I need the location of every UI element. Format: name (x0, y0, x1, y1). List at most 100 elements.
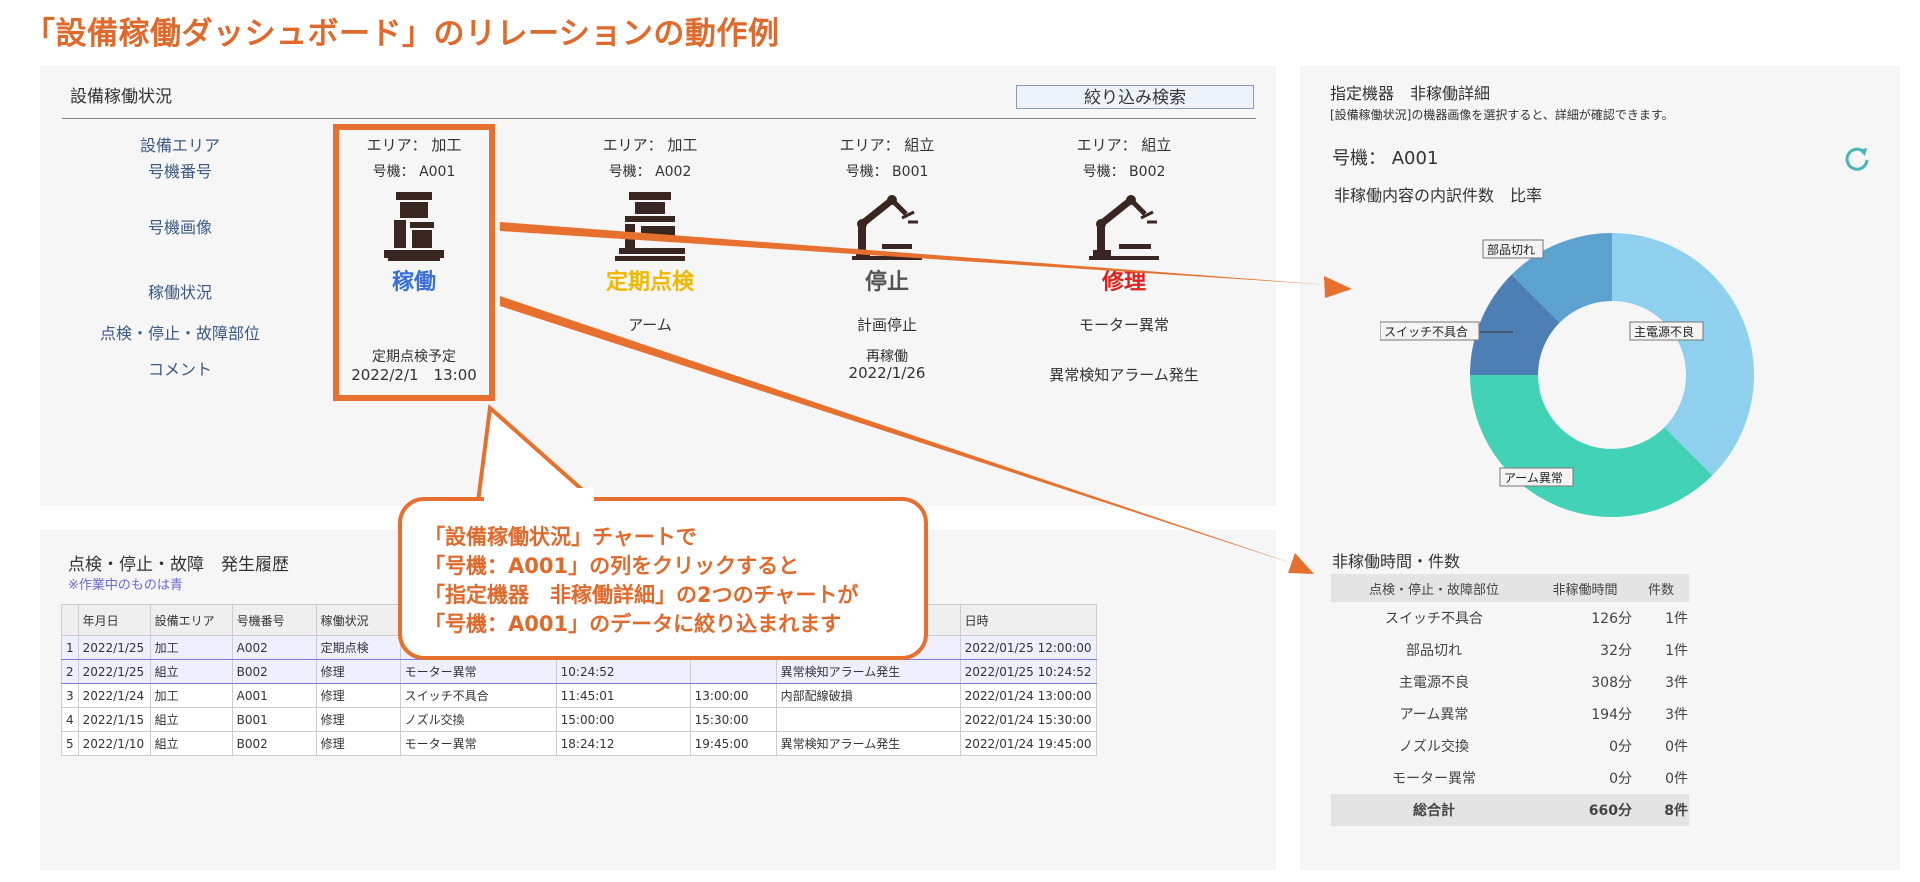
status-divider (62, 118, 1256, 119)
cell: 5 (61, 731, 79, 756)
cell: 加工 (149, 635, 233, 660)
cell (775, 707, 961, 732)
cell: 加工 (149, 683, 233, 708)
status-inspection: 定期点検 (605, 270, 694, 295)
cell: A001 (231, 683, 317, 708)
table-row: アーム異常 194分 3件 (1331, 698, 1689, 730)
cell: 32分 (1600, 643, 1632, 659)
cell: 異常検知アラーム発生 (775, 731, 961, 756)
history-col-date[interactable]: 年月日 (77, 604, 151, 636)
cell: A002 (231, 635, 317, 660)
table-row[interactable]: 4 2022/1/15 組立 B001 修理 ノズル交換 15:00:00 15:30:00 2… (61, 707, 1097, 732)
cell: 3件 (1665, 707, 1688, 723)
donut-slice-1[interactable] (1470, 375, 1713, 517)
table-row[interactable]: 3 2022/1/24 加工 A001 修理 スイッチ不具合 11:45:01 13:00:0… (61, 683, 1097, 708)
cell: 2022/1/25 (77, 635, 151, 660)
cell: 19:45:00 (689, 731, 777, 756)
cell: 内部配線破損 (775, 683, 961, 708)
history-col-area[interactable]: 設備エリア (149, 604, 233, 636)
cell: 組立 (149, 659, 233, 684)
callout-line: 「指定機器 非稼働詳細」の2つのチャートが (424, 583, 859, 607)
stats-header-row: 点検・停止・故障部位 非稼働時間 件数 (1331, 574, 1689, 602)
slice-label: 主電源不良 (1634, 324, 1694, 339)
cell: 13:00:00 (689, 683, 777, 708)
cell: 18:24:12 (555, 731, 691, 756)
slice-label: アーム異常 (1504, 471, 1563, 485)
row-label-area: 設備エリア (139, 136, 220, 155)
detail-panel-subtitle: [設備稼働状況]の機器画像を選択すると、詳細が確認できます。 (1330, 108, 1674, 122)
cell: 主電源不良 (1399, 675, 1469, 691)
stats-col-time: 非稼働時間 (1537, 574, 1633, 602)
cell: 部品切れ (1406, 643, 1462, 659)
cell: 15:00:00 (555, 707, 691, 732)
donut-chart: 主電源不良アーム異常 スイッチ不具合 部品切れ (1380, 233, 1754, 517)
table-row: モーター異常 0分 0件 (1331, 762, 1689, 794)
cell: 660分 (1537, 794, 1633, 826)
page-title: 「設備稼働ダッシュボード」のリレーションの動作例 (24, 16, 780, 52)
row-label-image: 号機画像 (147, 218, 212, 237)
column-unit: 号機： A002 (608, 164, 692, 180)
row-label-part: 点検・停止・故障部位 (99, 324, 260, 343)
cell: モーター異常 (1392, 771, 1476, 787)
robot-arm-icon[interactable] (852, 192, 922, 262)
cell: 2022/01/24 13:00:00 (959, 683, 1097, 708)
table-row[interactable]: 2 2022/1/25 組立 B002 修理 モーター異常 10:24:52 異常検知アラーム… (61, 659, 1097, 684)
column-comment-2: 異常検知アラーム発生 (1049, 366, 1199, 384)
slice-label: 部品切れ (1487, 242, 1535, 257)
filter-search-button[interactable]: 絞り込み検索 (1016, 85, 1254, 109)
cell: 修理 (315, 683, 401, 708)
donut-slice-0[interactable] (1612, 233, 1754, 476)
table-row[interactable]: 5 2022/1/10 組立 B002 修理 モーター異常 18:24:12 19:45:00… (61, 731, 1097, 756)
cell: 2022/1/10 (77, 731, 151, 756)
table-row: 主電源不良 308分 3件 (1331, 666, 1689, 698)
cell: 308分 (1591, 675, 1632, 691)
cell: 1件 (1665, 643, 1688, 659)
cell: 組立 (149, 731, 233, 756)
cell: 修理 (315, 731, 401, 756)
callout-pointer-joint (484, 488, 594, 502)
row-label-unit: 号機番号 (147, 162, 212, 181)
column-unit: 号機： B002 (1082, 164, 1166, 180)
column-part: 計画停止 (856, 316, 917, 334)
cell: 定期点検 (315, 635, 401, 660)
selected-unit-label: 号機： A001 (1332, 148, 1439, 169)
history-panel-title: 点検・停止・故障 発生履歴 (68, 555, 289, 575)
cell: B002 (231, 659, 317, 684)
cell: スイッチ不具合 (1385, 611, 1483, 627)
history-col-index (61, 604, 79, 636)
cell: 15:30:00 (689, 707, 777, 732)
cell: 0件 (1665, 739, 1688, 755)
cell: 126分 (1591, 611, 1632, 627)
cell: 4 (61, 707, 79, 732)
history-col-unit[interactable]: 号機番号 (231, 604, 317, 636)
column-area: エリア： 組立 (839, 136, 935, 154)
cell: 11:45:01 (555, 683, 691, 708)
column-comment-2: 2022/1/26 (848, 364, 926, 382)
row-label-status: 稼働状況 (147, 283, 212, 302)
cell: 0分 (1609, 771, 1632, 787)
cell: 修理 (315, 659, 401, 684)
robot-arm-icon[interactable] (1089, 192, 1159, 262)
cell: 異常検知アラーム発生 (775, 659, 961, 684)
cell: モーター異常 (399, 659, 557, 684)
status-panel-title: 設備稼働状況 (70, 87, 172, 107)
callout-box: 「設備稼働状況」チャートで 「号機：A001」の列をクリックすると 「指定機器 … (398, 497, 928, 660)
slice-label: スイッチ不具合 (1384, 324, 1468, 339)
cell: モーター異常 (399, 731, 557, 756)
cell: 10:24:52 (555, 659, 691, 684)
history-col-status[interactable]: 稼働状況 (315, 604, 401, 636)
press-machine-icon[interactable] (615, 192, 685, 262)
history-col-datetime[interactable]: 日時 (959, 604, 1097, 636)
cell: ノズル交換 (1399, 739, 1469, 755)
selected-column-highlight (333, 124, 495, 401)
column-area: エリア： 組立 (1076, 136, 1172, 154)
column-comment-1: 再稼働 (866, 349, 908, 365)
cell: 2022/1/15 (77, 707, 151, 732)
cell: 0件 (1665, 771, 1688, 787)
cell: 8件 (1633, 794, 1689, 826)
cell: 194分 (1591, 707, 1632, 723)
refresh-icon[interactable] (1842, 144, 1872, 174)
cell: 1 (61, 635, 79, 660)
cell: 0分 (1609, 739, 1632, 755)
cell: 2022/01/24 19:45:00 (959, 731, 1097, 756)
